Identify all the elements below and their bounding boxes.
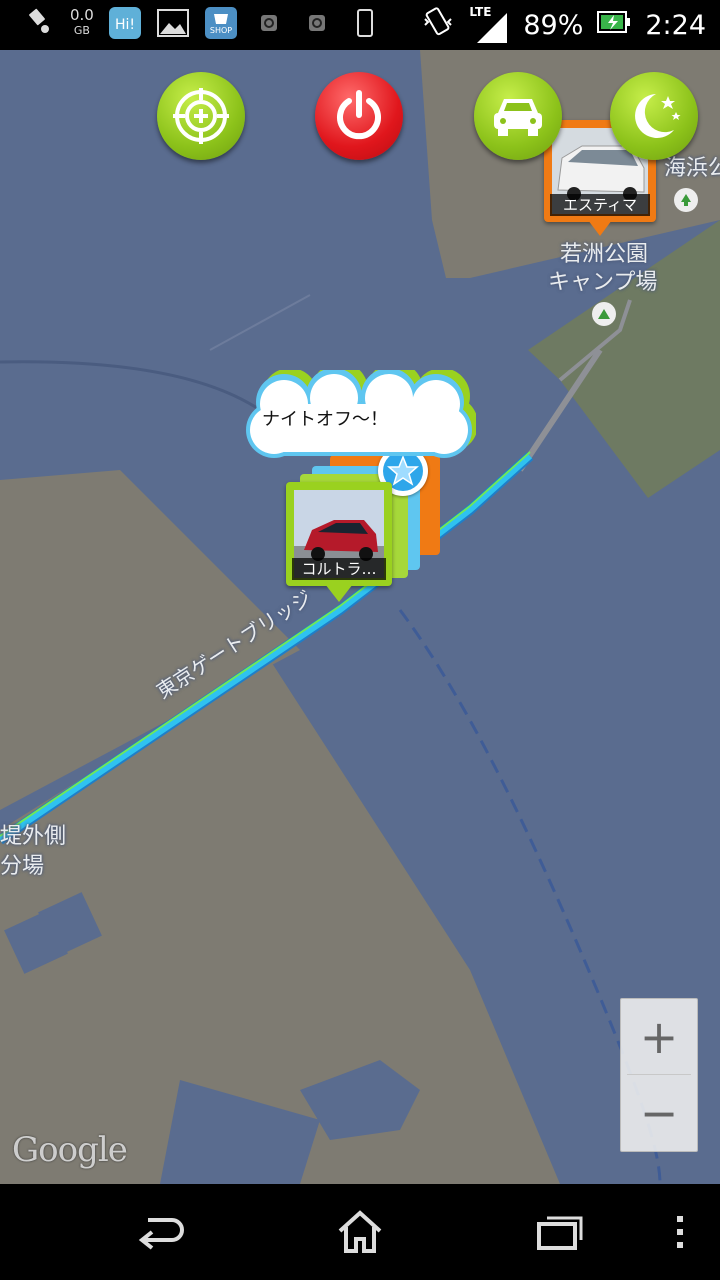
locate-target-button[interactable] [157, 72, 245, 160]
camp-poi-icon[interactable] [592, 302, 616, 326]
navigation-bar [0, 1184, 720, 1280]
locate-target-icon [173, 88, 229, 144]
hi-app-icon: Hi! [108, 6, 142, 40]
map-view[interactable]: 東京ゲートブリッジ 若洲公園 キャンプ場 海浜公 堤外側 分場 コルトラ… エス… [0, 50, 720, 1184]
home-icon [338, 1210, 382, 1253]
power-icon [337, 90, 381, 140]
night-mode-button[interactable] [610, 72, 698, 160]
zoom-out-button[interactable]: − [621, 1075, 697, 1150]
left-label-line2: 分場 [0, 854, 45, 879]
sync-icon [252, 6, 286, 40]
night-mode-icon [635, 94, 681, 138]
zoom-controls: + − [620, 998, 698, 1152]
park-poi-icon[interactable] [674, 188, 698, 212]
back-icon [138, 1218, 184, 1250]
battery-percent: 89% [523, 9, 584, 41]
recent-apps-icon [537, 1216, 583, 1250]
phone-icon [348, 6, 382, 40]
car-icon [494, 99, 542, 136]
vibrate-icon [421, 5, 455, 46]
pin-caption: エスティマ [550, 194, 650, 216]
menu-button[interactable] [650, 1204, 710, 1260]
zoom-in-button[interactable]: + [621, 999, 697, 1074]
left-label-line1: 堤外側 [0, 824, 67, 849]
svg-text:Hi!: Hi! [115, 17, 135, 33]
signal-icon: LTE [469, 5, 509, 45]
back-button[interactable] [130, 1204, 190, 1260]
menu-icon [677, 1216, 683, 1248]
battery-icon [597, 10, 631, 41]
speech-bubble-text: ナイトオフ～！ [262, 409, 388, 430]
shop-icon: SHOP [204, 6, 238, 40]
car-button[interactable] [474, 72, 562, 160]
park-label-line2: キャンプ場 [548, 270, 658, 295]
speech-bubble: ナイトオフ～！ [244, 370, 476, 460]
power-button[interactable] [315, 72, 403, 160]
status-bar: 0.0 GB Hi! SHOP LTE 89% 2:24 [0, 0, 720, 50]
home-button[interactable] [330, 1204, 390, 1260]
pin-caption: コルトラ… [292, 558, 386, 580]
location-icon [22, 6, 56, 40]
sync-icon [300, 6, 334, 40]
car-pin-colt[interactable]: コルトラ… [286, 482, 392, 602]
gallery-icon [156, 6, 190, 40]
clock: 2:24 [645, 9, 706, 41]
data-usage: 0.0 GB [70, 6, 94, 38]
svg-text:SHOP: SHOP [210, 26, 232, 35]
google-attribution: Google [12, 1130, 128, 1170]
recent-apps-button[interactable] [530, 1204, 590, 1260]
